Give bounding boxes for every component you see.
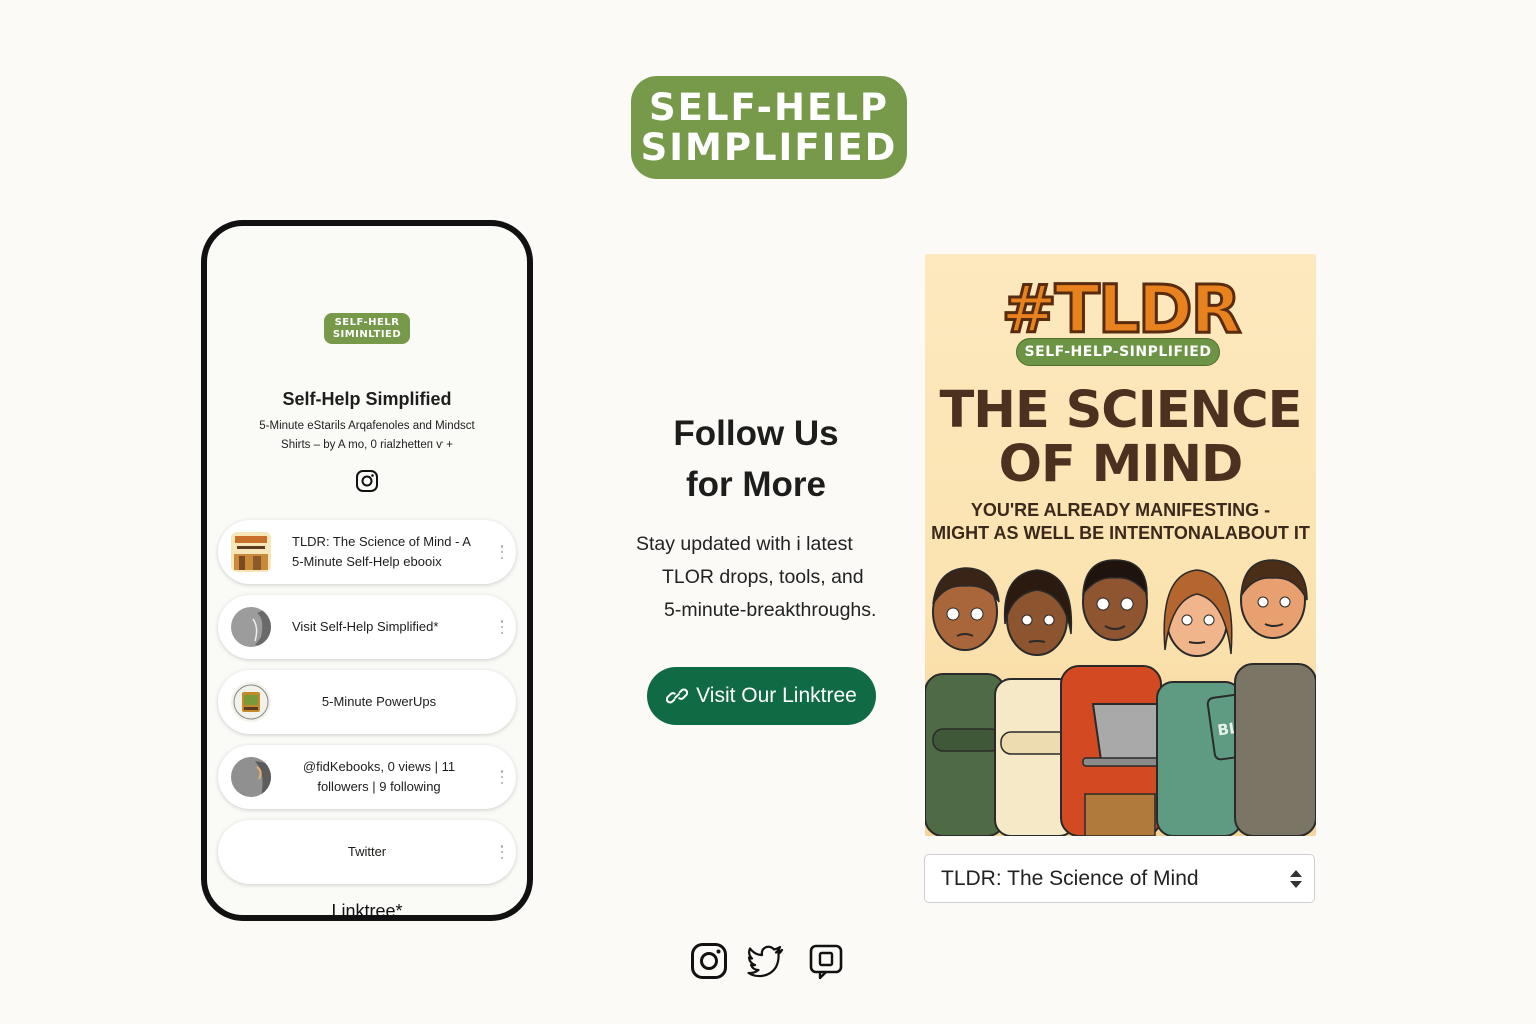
book-select-value: TLDR: The Science of Mind <box>941 866 1199 890</box>
follow-title-line1: Follow Us <box>673 414 839 453</box>
follow-sub-line3: 5-minute-breakthroughs. <box>664 599 877 621</box>
book-tagline-line2: MIGHT AS WELL BE INTENTONALABOUT IT <box>931 523 1310 543</box>
link-icon <box>666 688 689 704</box>
instagram-icon[interactable] <box>355 469 379 493</box>
more-options-icon[interactable] <box>500 620 504 634</box>
link-label: Visit Self-Help Simplified* <box>278 595 480 659</box>
link-item-twitter[interactable]: Twitter <box>218 820 516 884</box>
profile-thumbnail <box>231 757 271 797</box>
follow-title-line2: for More <box>686 465 826 504</box>
link-label-line2: followers | 9 following <box>317 779 441 794</box>
follow-sub-line1: Stay updated with i latest <box>636 533 853 555</box>
mini-logo-line1: SELF-HELR <box>334 316 400 328</box>
book-cover: #TLDR SELF-HELP-SINPLIFIED THE SCIENCE O… <box>925 254 1316 836</box>
link-label: @fidKebooks, 0 views | 11 followers | 9 … <box>278 745 480 809</box>
more-options-icon[interactable] <box>500 770 504 784</box>
link-label-line1: Twitter <box>347 844 387 859</box>
instagram-icon[interactable] <box>690 942 728 980</box>
book-select[interactable]: TLDR: The Science of Mind <box>924 854 1315 903</box>
link-item-powerups[interactable]: 5-Minute PowerUps <box>218 670 516 734</box>
brand-logo: SELF-HELP SIMPLIFIED <box>631 76 907 179</box>
mini-brand-logo: SELF-HELR SIMINLTIED <box>324 313 410 344</box>
book-tagline-line1: YOU'RE ALREADY MANIFESTING - <box>970 500 1271 520</box>
book-illustration: BLHMN <box>925 559 1316 836</box>
visit-linktree-label: Visit Our Linktree <box>696 684 857 707</box>
mini-logo-line2: SIMINLTIED <box>332 328 402 340</box>
follow-title: Follow Us for More <box>640 408 872 510</box>
book-hashtag: #TLDR <box>1000 271 1243 348</box>
phone-mockup: SELF-HELR SIMINLTIED Self-Help Simplifie… <box>201 220 533 921</box>
link-label: TLDR: The Science of Mind - A 5-Minute S… <box>278 520 480 584</box>
follow-subtitle: Stay updated with i latest TLOR drops, t… <box>636 528 888 627</box>
link-label-line1: TLDR: The Science of Mind - A <box>292 534 471 549</box>
select-arrows-icon <box>1290 870 1302 888</box>
brand-logo-line1: SELF-HELP <box>649 85 889 129</box>
linktree-icon[interactable] <box>807 942 845 980</box>
book-title-line1: THE SCIENCE <box>939 381 1303 440</box>
book-title-line2: OF MIND <box>998 435 1244 494</box>
link-item-visit-site[interactable]: Visit Self-Help Simplified* <box>218 595 516 659</box>
link-label-line1: 5-Minute PowerUps <box>321 694 437 709</box>
site-thumbnail <box>231 607 271 647</box>
book-brand-badge: SELF-HELP-SINPLIFIED <box>1016 338 1220 366</box>
link-list: TLDR: The Science of Mind - A 5-Minute S… <box>218 520 516 895</box>
twitter-icon[interactable] <box>747 942 785 980</box>
follow-sub-line2: TLOR drops, tools, and <box>662 566 864 588</box>
link-label-line1: @fidKebooks, 0 views | 11 <box>302 759 456 774</box>
profile-bio-line2: Shirts – by A mo, 0 rialzhetteп ⱱ + <box>281 439 453 451</box>
link-label-line1: Visit Self-Help Simplified* <box>292 619 439 634</box>
linktree-footer[interactable]: Linktree* <box>207 901 527 915</box>
book-tagline: YOU'RE ALREADY MANIFESTING - MIGHT AS WE… <box>925 499 1316 545</box>
profile-bio-line1: 5-Minute eStarils Arqafenoles and Mindsc… <box>259 420 475 432</box>
visit-linktree-button[interactable]: Visit Our Linktree <box>647 667 876 725</box>
linktree-preview: SELF-HELR SIMINLTIED Self-Help Simplifie… <box>207 226 527 915</box>
powerups-thumbnail <box>231 682 271 722</box>
ebook-thumbnail <box>231 532 271 572</box>
link-label: 5-Minute PowerUps <box>278 670 480 734</box>
more-options-icon[interactable] <box>500 845 504 859</box>
more-options-icon[interactable] <box>500 545 504 559</box>
link-label-line2: 5-Minute Self-Help ebooix <box>292 554 442 569</box>
profile-bio: 5-Minute eStarils Arqafenoles and Mindsc… <box>237 417 497 455</box>
link-label: Twitter <box>254 820 480 884</box>
link-item-tldr-ebook[interactable]: TLDR: The Science of Mind - A 5-Minute S… <box>218 520 516 584</box>
book-title: THE SCIENCE OF MIND <box>925 384 1316 492</box>
link-item-tiktok-stats[interactable]: @fidKebooks, 0 views | 11 followers | 9 … <box>218 745 516 809</box>
brand-logo-line2: SIMPLIFIED <box>640 125 898 169</box>
profile-name: Self-Help Simplified <box>282 389 452 409</box>
